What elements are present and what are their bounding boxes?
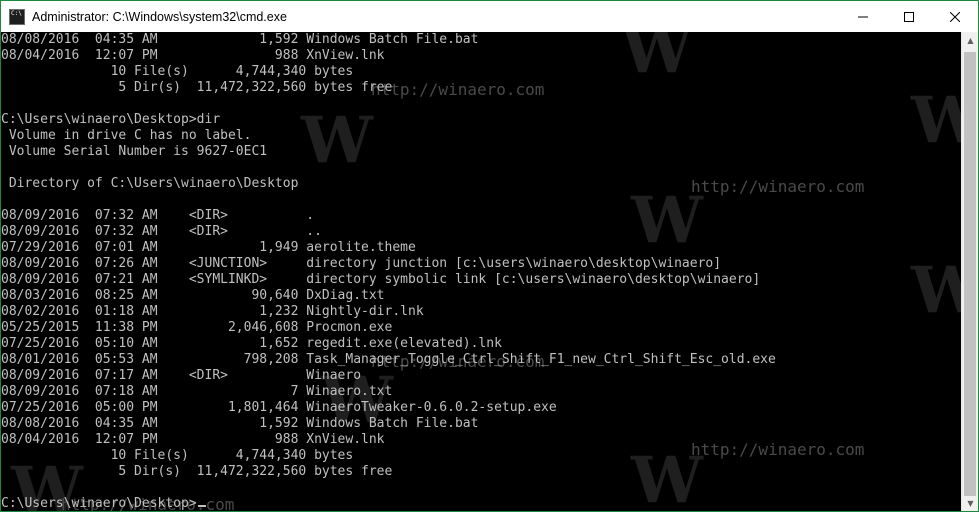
scroll-up-button[interactable]: ▲ xyxy=(962,32,978,49)
scrollbar-thumb[interactable] xyxy=(964,52,976,496)
window-controls xyxy=(840,1,978,32)
console-line: 08/09/2016 07:26 AM <JUNCTION> directory… xyxy=(1,256,722,271)
console-line: Directory of C:\Users\winaero\Desktop xyxy=(1,176,299,191)
maximize-button[interactable] xyxy=(886,1,932,32)
title-bar[interactable]: C:\ Administrator: C:\Windows\system32\c… xyxy=(1,1,978,32)
cmd-window: C:\ Administrator: C:\Windows\system32\c… xyxy=(0,0,979,512)
console-line: 08/04/2016 12:07 PM 988 XnView.lnk xyxy=(1,432,385,447)
maximize-icon xyxy=(904,11,914,22)
console-line: Volume Serial Number is 9627-0EC1 xyxy=(1,144,268,159)
close-button[interactable] xyxy=(932,1,978,32)
console-line: 08/03/2016 08:25 AM 90,640 DxDiag.txt xyxy=(1,288,385,303)
cmd-icon-text: C:\ xyxy=(11,9,22,17)
console-line: 08/09/2016 07:18 AM 7 Winaero.txt xyxy=(1,384,393,399)
console-lines: 08/08/2016 04:35 AM 1,592 Windows Batch … xyxy=(1,32,776,511)
console-line: 07/25/2016 05:10 AM 1,652 regedit.exe(el… xyxy=(1,336,502,351)
watermark-logo: W xyxy=(910,83,961,158)
console-line: C:\Users\winaero\Desktop> xyxy=(1,496,776,511)
console-line: 08/04/2016 12:07 PM 988 XnView.lnk xyxy=(1,48,385,63)
console-line: 08/09/2016 07:21 AM <SYMLINKD> directory… xyxy=(1,272,761,287)
console-line: Volume in drive C has no label. xyxy=(1,128,252,143)
console-line: 08/08/2016 04:35 AM 1,592 Windows Batch … xyxy=(1,416,479,431)
minimize-button[interactable] xyxy=(840,1,886,32)
console-line: 07/25/2016 05:00 PM 1,801,464 WinaeroTwe… xyxy=(1,400,557,415)
console-line: 5 Dir(s) 11,472,322,560 bytes free xyxy=(1,80,393,95)
console-line: 07/29/2016 07:01 AM 1,949 aerolite.theme xyxy=(1,240,416,255)
console-line: 08/09/2016 07:17 AM <DIR> Winaero xyxy=(1,368,362,383)
watermark-logo: W xyxy=(910,253,961,328)
window-title: Administrator: C:\Windows\system32\cmd.e… xyxy=(32,9,287,24)
minimize-icon xyxy=(858,16,868,17)
console-line: 5 Dir(s) 11,472,322,560 bytes free xyxy=(1,464,393,479)
console-line: 08/01/2016 05:53 AM 798,208 Task_Manager… xyxy=(1,352,776,367)
console-line: 08/08/2016 04:35 AM 1,592 Windows Batch … xyxy=(1,32,479,47)
chevron-up-icon: ▲ xyxy=(967,36,974,45)
console-line: 10 File(s) 4,744,340 bytes xyxy=(1,64,354,79)
cmd-icon[interactable]: C:\ xyxy=(9,8,25,25)
console-line: 08/02/2016 01:18 AM 1,232 Nightly-dir.ln… xyxy=(1,304,424,319)
vertical-scrollbar[interactable]: ▲ ▼ xyxy=(961,32,978,511)
console-line: 10 File(s) 4,744,340 bytes xyxy=(1,448,354,463)
console-line: 05/25/2015 11:38 PM 2,046,608 Procmon.ex… xyxy=(1,320,393,335)
console-line: 08/09/2016 07:32 AM <DIR> . xyxy=(1,208,315,223)
console-line: C:\Users\winaero\Desktop>dir xyxy=(1,112,221,127)
chevron-down-icon: ▼ xyxy=(967,499,974,508)
text-cursor xyxy=(197,505,206,507)
close-icon xyxy=(950,11,960,22)
console-output[interactable]: W W W W W W W W http://winaero.com http:… xyxy=(1,32,961,511)
console-line: 08/09/2016 07:32 AM <DIR> .. xyxy=(1,224,322,239)
scroll-down-button[interactable]: ▼ xyxy=(962,495,978,511)
